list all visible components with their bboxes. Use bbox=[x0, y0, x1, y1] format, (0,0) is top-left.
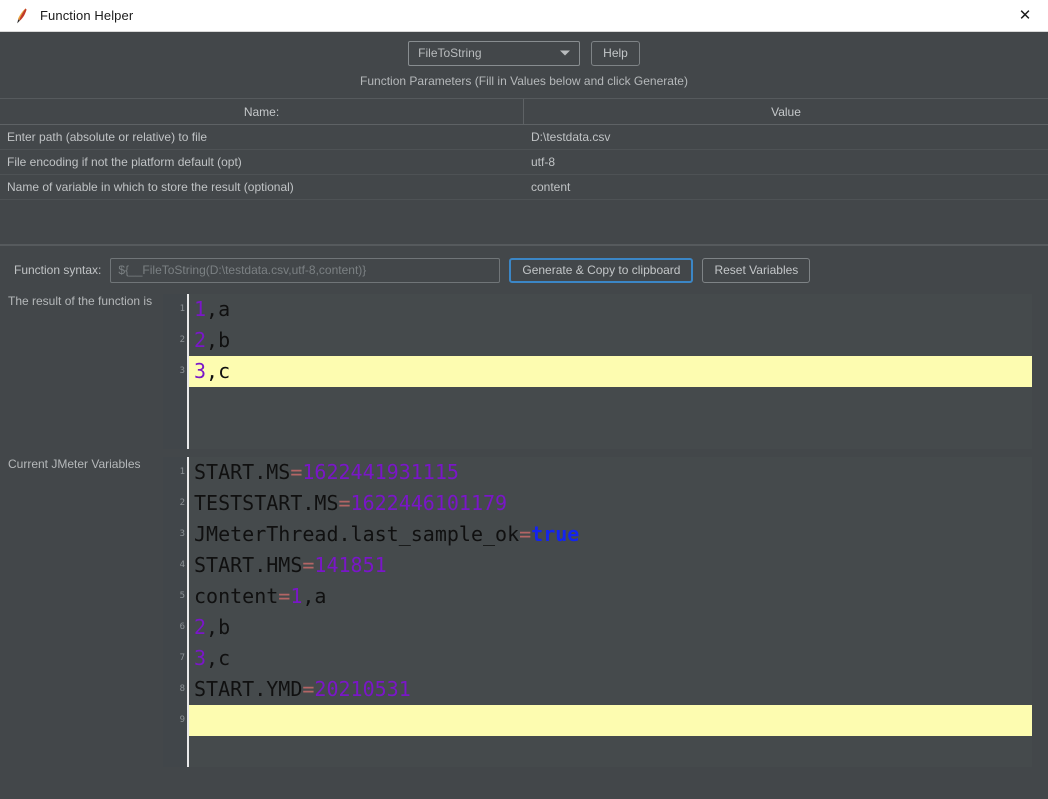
result-block: The result of the function is 123 1 ,a 2 ,b… bbox=[0, 294, 1048, 449]
token-key: TESTSTART.MS bbox=[194, 491, 339, 515]
chevron-down-icon bbox=[560, 50, 571, 56]
line-number: 2 bbox=[179, 335, 185, 345]
token-num: 1 bbox=[290, 584, 303, 608]
result-label: The result of the function is bbox=[8, 294, 153, 308]
token-key: START.YMD bbox=[194, 677, 303, 701]
param-name-cell: Name of variable in which to store the r… bbox=[7, 180, 294, 194]
table-row[interactable]: Enter path (absolute or relative) to fil… bbox=[0, 125, 1048, 150]
token-num: 2 bbox=[194, 328, 207, 352]
variables-lines[interactable]: START.MS = 1622441931115 TESTSTART.MS = 16224… bbox=[189, 457, 1032, 767]
token-num: 20210531 bbox=[314, 677, 411, 701]
line-number: 4 bbox=[179, 560, 185, 570]
code-line[interactable]: 3 ,c bbox=[189, 356, 1032, 387]
token-num: 3 bbox=[194, 646, 207, 670]
reset-variables-button[interactable]: Reset Variables bbox=[702, 257, 811, 283]
table-row[interactable]: Name of variable in which to store the r… bbox=[0, 175, 1048, 200]
function-syntax-label: Function syntax: bbox=[14, 263, 102, 277]
token-num: 1622446101179 bbox=[350, 491, 508, 515]
token-eq: = bbox=[302, 677, 315, 701]
line-number: 6 bbox=[179, 622, 185, 632]
line-number: 5 bbox=[179, 591, 185, 601]
generate-copy-button[interactable]: Generate & Copy to clipboard bbox=[509, 257, 694, 283]
code-line[interactable] bbox=[189, 387, 1032, 418]
token-eq: = bbox=[338, 491, 351, 515]
function-select-value: FileToString bbox=[418, 46, 482, 60]
param-name-cell: File encoding if not the platform defaul… bbox=[7, 155, 242, 169]
line-number: 3 bbox=[179, 366, 185, 376]
token-plain: ,b bbox=[206, 615, 231, 639]
token-num: 1622441931115 bbox=[302, 460, 459, 484]
code-line[interactable]: START.MS = 1622441931115 bbox=[189, 457, 1032, 488]
line-number: 3 bbox=[179, 529, 185, 539]
jmeter-feather-icon bbox=[11, 6, 31, 26]
line-number: 1 bbox=[179, 467, 185, 477]
token-key: content bbox=[194, 584, 279, 608]
title-bar: Function Helper ✕ bbox=[0, 0, 1048, 32]
code-line[interactable]: 1 ,a bbox=[189, 294, 1032, 325]
token-key: START.HMS bbox=[194, 553, 303, 577]
function-syntax-input[interactable]: ${__FileToString(D:\testdata.csv,utf-8,c… bbox=[110, 257, 501, 283]
window-title: Function Helper bbox=[40, 8, 134, 23]
variables-editor[interactable]: 123456789 START.MS = 1622441931115 TESTSTAR… bbox=[163, 457, 1032, 767]
parameters-caption: Function Parameters (Fill in Values belo… bbox=[360, 74, 688, 88]
token-eq: = bbox=[290, 460, 303, 484]
token-plain: ,c bbox=[206, 359, 231, 383]
line-number: 2 bbox=[179, 498, 185, 508]
variables-block: Current JMeter Variables 1 2 3 4 5 6 7 8 9 START… bbox=[0, 457, 1048, 767]
result-editor[interactable]: 123 1 ,a 2 ,b 3 ,c bbox=[163, 294, 1032, 449]
code-line[interactable]: 2 ,b bbox=[189, 612, 1032, 643]
variables-label: Current JMeter Variables bbox=[8, 457, 141, 471]
line-number: 9 bbox=[179, 715, 185, 725]
param-value-cell[interactable]: utf-8 bbox=[524, 150, 1048, 174]
code-line[interactable] bbox=[189, 705, 1032, 736]
code-line[interactable] bbox=[189, 736, 1032, 767]
token-bool: true bbox=[531, 522, 580, 546]
code-line[interactable]: TESTSTART.MS = 1622446101179 bbox=[189, 488, 1032, 519]
code-line[interactable]: START.HMS = 141851 bbox=[189, 550, 1032, 581]
table-header-row: Name: Value bbox=[0, 99, 1048, 125]
token-num: 3 bbox=[194, 359, 207, 383]
token-num: 141851 bbox=[314, 553, 387, 577]
table-row[interactable]: File encoding if not the platform defaul… bbox=[0, 150, 1048, 175]
token-plain: ,c bbox=[206, 646, 231, 670]
variables-gutter: 1 2 3 4 5 6 7 8 9 bbox=[163, 457, 189, 767]
line-number: 1 bbox=[179, 304, 185, 314]
function-helper-window: Function Helper ✕ FileToString Help Func… bbox=[0, 0, 1048, 799]
token-eq: = bbox=[519, 522, 532, 546]
code-line[interactable]: JMeterThread.last_sample_ok = true bbox=[189, 519, 1032, 550]
code-line[interactable]: START.YMD = 20210531 bbox=[189, 674, 1032, 705]
code-line[interactable]: 2 ,b bbox=[189, 325, 1032, 356]
function-select[interactable]: FileToString bbox=[408, 40, 581, 66]
token-plain: ,a bbox=[302, 584, 327, 608]
parameters-table: Name: Value Enter path (absolute or rela… bbox=[0, 98, 1048, 246]
code-line[interactable]: content = 1 ,a bbox=[189, 581, 1032, 612]
close-icon[interactable]: ✕ bbox=[1002, 0, 1048, 31]
token-key: START.MS bbox=[194, 460, 291, 484]
function-selector-row: FileToString Help bbox=[0, 32, 1048, 74]
line-number: 8 bbox=[179, 684, 185, 694]
token-num: 1 bbox=[194, 297, 207, 321]
token-num: 2 bbox=[194, 615, 207, 639]
param-value-cell[interactable]: content bbox=[524, 175, 1048, 199]
function-syntax-row: Function syntax: ${__FileToString(D:\tes… bbox=[0, 246, 1048, 294]
param-name-cell: Enter path (absolute or relative) to fil… bbox=[7, 130, 208, 144]
line-number: 7 bbox=[179, 653, 185, 663]
result-gutter: 1 2 3 bbox=[163, 294, 189, 449]
content-area: FileToString Help Function Parameters (F… bbox=[0, 32, 1048, 799]
column-header-value: Value bbox=[771, 104, 801, 119]
token-plain: ,a bbox=[206, 297, 231, 321]
code-line[interactable] bbox=[189, 418, 1032, 449]
token-key: JMeterThread.last_sample_ok bbox=[194, 522, 520, 546]
editor-separator bbox=[0, 449, 1048, 457]
help-button[interactable]: Help bbox=[591, 40, 640, 66]
token-eq: = bbox=[302, 553, 315, 577]
code-line[interactable]: 3 ,c bbox=[189, 643, 1032, 674]
result-lines[interactable]: 1 ,a 2 ,b 3 ,c bbox=[189, 294, 1032, 449]
param-value-cell[interactable]: D:\testdata.csv bbox=[524, 125, 1048, 149]
table-empty-space bbox=[0, 200, 1048, 245]
token-plain: ,b bbox=[206, 328, 231, 352]
token-eq: = bbox=[278, 584, 291, 608]
column-header-name: Name: bbox=[0, 99, 524, 124]
